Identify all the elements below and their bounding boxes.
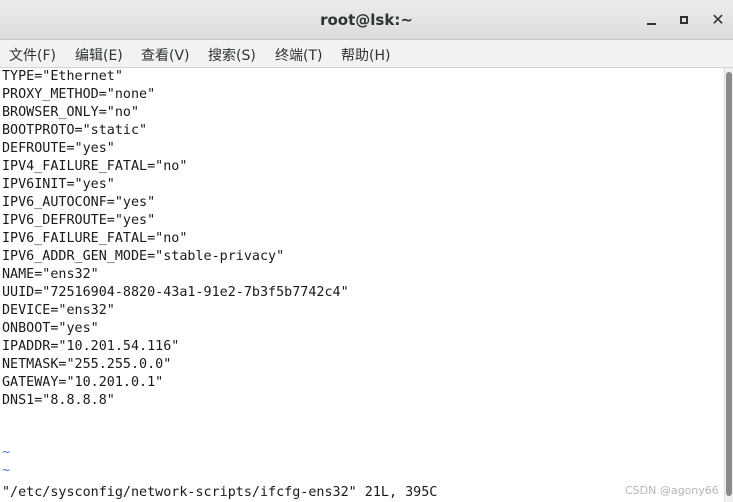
scrollbar-thumb[interactable]: [726, 72, 732, 496]
window-title: root@lsk:~: [320, 11, 413, 29]
terminal-line: IPV6INIT="yes": [2, 177, 115, 192]
terminal-line: BOOTPROTO="static": [2, 123, 148, 138]
terminal-line: DNS1="8.8.8.8": [2, 393, 115, 408]
terminal-line: DEFROUTE="yes": [2, 141, 115, 156]
terminal-line: IPV4_FAILURE_FATAL="no": [2, 159, 188, 174]
menu-help[interactable]: 帮助(H): [341, 45, 390, 65]
terminal-line: GATEWAY="10.201.0.1": [2, 375, 164, 390]
minimize-button[interactable]: [641, 9, 663, 31]
terminal-line: PROXY_METHOD="none": [2, 87, 156, 102]
terminal-line: IPADDR="10.201.54.116": [2, 339, 180, 354]
terminal-line: BROWSER_ONLY="no": [2, 105, 140, 120]
menu-bar: 文件(F) 编辑(E) 查看(V) 搜索(S) 终端(T) 帮助(H): [0, 40, 733, 68]
terminal-line: IPV6_DEFROUTE="yes": [2, 213, 156, 228]
minimize-icon: [647, 23, 656, 25]
menu-file[interactable]: 文件(F): [9, 45, 56, 65]
terminal-line: IPV6_FAILURE_FATAL="no": [2, 231, 188, 246]
terminal-line: NETMASK="255.255.0.0": [2, 357, 172, 372]
terminal-area[interactable]: TYPE="Ethernet" PROXY_METHOD="none" BROW…: [0, 68, 724, 502]
terminal-line: IPV6_ADDR_GEN_MODE="stable-privacy": [2, 249, 285, 264]
terminal-line: IPV6_AUTOCONF="yes": [2, 195, 156, 210]
empty-line-tilde: ~: [2, 445, 11, 460]
title-bar: root@lsk:~ ✕: [0, 0, 733, 40]
menu-search[interactable]: 搜索(S): [208, 45, 256, 65]
menu-edit[interactable]: 编辑(E): [75, 45, 123, 65]
maximize-icon: [680, 16, 688, 24]
watermark: CSDN @agony66: [625, 484, 719, 497]
terminal-line: ONBOOT="yes": [2, 321, 99, 336]
maximize-button[interactable]: [673, 9, 695, 31]
terminal-line: DEVICE="ens32": [2, 303, 115, 318]
close-button[interactable]: ✕: [707, 9, 729, 31]
menu-view[interactable]: 查看(V): [141, 45, 190, 65]
terminal-line: TYPE="Ethernet": [2, 69, 123, 84]
terminal-line: NAME="ens32": [2, 267, 99, 282]
menu-terminal[interactable]: 终端(T): [275, 45, 322, 65]
vertical-scrollbar[interactable]: [724, 68, 733, 502]
vim-status-line: "/etc/sysconfig/network-scripts/ifcfg-en…: [2, 485, 438, 500]
terminal-line: UUID="72516904-8820-43a1-91e2-7b3f5b7742…: [2, 285, 349, 300]
empty-line-tilde: ~: [2, 463, 11, 478]
close-icon: ✕: [711, 10, 725, 29]
